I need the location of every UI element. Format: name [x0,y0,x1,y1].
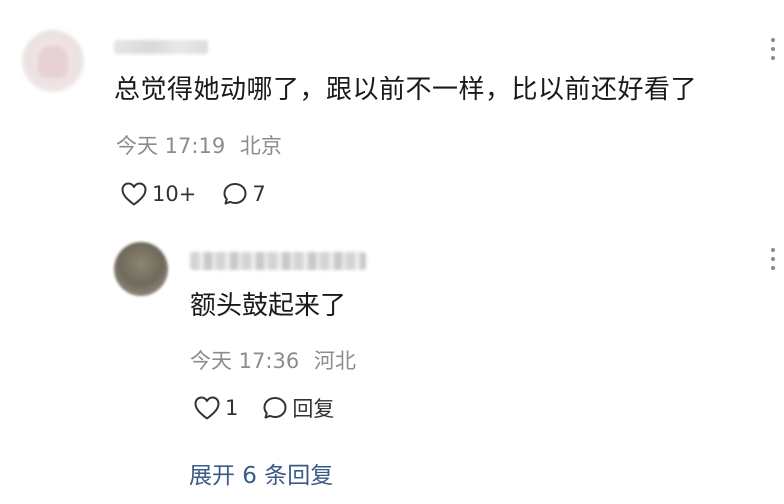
replier-avatar[interactable] [114,242,168,296]
reply-time: 今天 17:36 [190,349,300,373]
replier-username-blurred[interactable] [190,252,366,270]
reply-like-count: 1 [225,396,239,420]
comment-more-icon[interactable] [770,38,776,64]
reply-reply-label: 回复 [292,397,335,421]
speech-bubble-icon [263,397,287,419]
expand-replies-link[interactable]: 展开 6 条回复 [189,456,333,490]
speech-bubble-icon [223,183,247,205]
comment-location: 北京 [239,134,282,158]
heart-outline-icon [194,396,220,420]
comment-reply-button[interactable]: 7 [222,181,266,207]
reply-reply-button[interactable]: 回复 [262,393,334,423]
comment-reply-count: 7 [252,182,266,206]
avatar-figure [38,46,68,78]
commenter-username-blurred[interactable] [114,40,208,54]
comment-text: 总觉得她动哪了，跟以前不一样，比以前还好看了 [114,75,698,105]
reply-like-button[interactable]: 1 [193,395,238,421]
heart-outline-icon [121,182,147,206]
reply-location: 河北 [313,349,356,373]
reply-text: 额头鼓起来了 [190,291,347,321]
reply-meta: 今天 17:36 河北 [190,345,356,375]
commenter-avatar[interactable] [22,30,84,92]
comment-meta: 今天 17:19 北京 [116,130,282,160]
reply-actions: 1 回复 [193,391,334,425]
comment-like-button[interactable]: 10+ [120,181,196,207]
comment-actions: 10+ 7 [120,177,266,211]
reply-more-icon[interactable] [770,248,776,274]
comment-time: 今天 17:19 [116,134,226,158]
comment-like-count: 10+ [152,182,197,206]
